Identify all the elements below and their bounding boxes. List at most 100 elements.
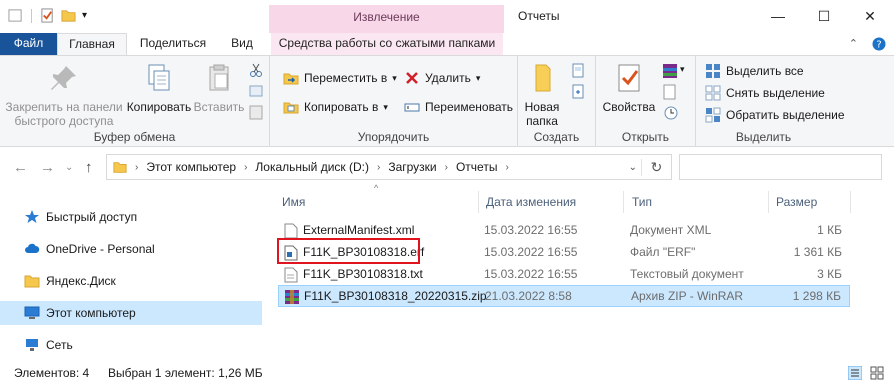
copy-label: Копировать <box>126 100 192 114</box>
nav-item-yandex-disk[interactable]: Яндекс.Диск <box>0 269 262 293</box>
table-row[interactable]: F11K_BP30108318_20220315.zip 21.03.2022 … <box>278 285 850 307</box>
tab-share[interactable]: Поделиться <box>134 33 212 55</box>
new-folder-icon[interactable] <box>61 8 76 23</box>
column-header-type[interactable]: Тип <box>632 187 652 213</box>
tab-file[interactable]: Файл <box>0 33 57 55</box>
select-group-label: Выделить <box>735 130 792 144</box>
cut-icon[interactable] <box>249 62 263 78</box>
dropdown-arrow-icon: ▾ <box>392 72 397 83</box>
rename-button[interactable]: Переименовать <box>404 99 513 115</box>
paste-shortcut-icon[interactable] <box>249 104 263 120</box>
move-to-label: Переместить в <box>304 71 388 85</box>
file-type: Файл "ERF" <box>630 245 696 259</box>
dropdown-arrow-icon: ▾ <box>383 101 388 112</box>
collapse-ribbon-icon[interactable]: ⌃ <box>849 37 858 51</box>
highlight-box <box>277 238 420 264</box>
chevron-right-icon[interactable]: › <box>445 162 448 173</box>
breadcrumb-this-pc[interactable]: Этот компьютер <box>146 160 236 174</box>
properties-label: Свойства <box>602 100 656 114</box>
customize-toolbar-icon[interactable]: ▾ <box>82 10 87 21</box>
breadcrumb-local-disk[interactable]: Локальный диск (D:) <box>255 160 369 174</box>
up-arrow-icon[interactable]: ↑ <box>85 159 93 176</box>
paste-button[interactable]: Вставить <box>193 62 245 114</box>
pin-label: Закрепить на панели быстрого доступа <box>5 100 123 128</box>
chevron-right-icon[interactable]: › <box>244 162 247 173</box>
table-row[interactable]: F11K_BP30108318.txt 15.03.2022 16:55 Тек… <box>278 264 850 286</box>
properties-icon[interactable] <box>40 8 55 23</box>
nav-item-onedrive[interactable]: OneDrive - Personal <box>0 237 262 261</box>
select-all-button[interactable]: Выделить все <box>705 63 804 79</box>
properties-button[interactable]: Свойства <box>600 62 658 114</box>
winrar-open-icon[interactable] <box>662 63 678 79</box>
clipboard-group-label: Буфер обмена <box>93 130 176 144</box>
copy-path-icon[interactable] <box>249 84 263 98</box>
new-item-icon[interactable] <box>570 63 586 79</box>
navigation-pane: Быстрый доступ OneDrive - Personal Яндек… <box>0 187 262 359</box>
xml-file-icon <box>284 223 298 239</box>
nav-item-quick-access[interactable]: Быстрый доступ <box>0 205 262 229</box>
address-row: ← → ⌄ ↑ › Этот компьютер › Локальный дис… <box>0 147 894 187</box>
refresh-icon[interactable]: ↻ <box>641 158 671 176</box>
large-icons-view-icon[interactable] <box>870 366 884 380</box>
quick-access-toolbar: ▾ <box>8 8 87 23</box>
delete-button[interactable]: Удалить ▾ <box>404 70 480 86</box>
copy-to-icon <box>283 102 299 114</box>
file-date: 15.03.2022 16:55 <box>484 245 578 259</box>
invert-selection-label: Обратить выделение <box>726 108 845 122</box>
nav-item-this-pc[interactable]: Этот компьютер <box>0 301 262 325</box>
chevron-right-icon[interactable]: › <box>505 162 508 173</box>
address-bar[interactable]: › Этот компьютер › Локальный диск (D:) ›… <box>106 154 672 180</box>
easy-access-icon[interactable] <box>570 84 586 100</box>
invert-selection-button[interactable]: Обратить выделение <box>705 107 845 123</box>
nav-item-label: Этот компьютер <box>46 306 136 320</box>
copy-icon <box>148 64 170 91</box>
status-selection: Выбран 1 элемент: 1,26 МБ <box>108 366 263 380</box>
copy-button[interactable]: Копировать <box>126 62 192 114</box>
column-divider[interactable] <box>478 191 479 213</box>
recent-locations-chevron-icon[interactable]: ⌄ <box>65 162 73 173</box>
tab-compressed-folder-tools[interactable]: Средства работы со сжатыми папками <box>271 33 503 55</box>
forward-arrow-icon[interactable]: → <box>40 159 55 176</box>
column-divider[interactable] <box>768 191 769 213</box>
nav-item-label: Яндекс.Диск <box>46 274 116 288</box>
new-folder-button[interactable]: Новая папка <box>520 62 564 128</box>
file-size: 1 КБ <box>817 223 842 237</box>
divider <box>31 8 32 23</box>
column-divider[interactable] <box>623 191 624 213</box>
minimize-button[interactable]: — <box>755 4 801 28</box>
cloud-icon <box>25 243 40 253</box>
column-divider[interactable] <box>850 191 851 213</box>
copy-to-button[interactable]: Копировать в ▾ <box>283 99 388 115</box>
search-input[interactable] <box>679 154 882 180</box>
breadcrumb-reports[interactable]: Отчеты <box>456 160 497 174</box>
computer-icon <box>24 306 40 319</box>
column-header-date[interactable]: Дата изменения <box>486 187 576 213</box>
close-button[interactable]: ✕ <box>847 4 893 28</box>
column-header-name[interactable]: Имя <box>282 187 305 213</box>
file-size: 3 КБ <box>817 267 842 281</box>
edit-icon[interactable] <box>662 84 678 100</box>
address-dropdown-icon[interactable]: ⌄ <box>629 162 637 173</box>
back-arrow-icon[interactable]: ← <box>13 159 28 176</box>
column-header-size[interactable]: Размер <box>776 187 817 213</box>
tab-home[interactable]: Главная <box>57 33 127 56</box>
file-type: Текстовый документ <box>630 267 744 281</box>
status-item-count: Элементов: 4 <box>14 366 90 380</box>
move-to-button[interactable]: Переместить в ▾ <box>283 70 397 86</box>
tab-view[interactable]: Вид <box>222 33 262 55</box>
history-icon[interactable] <box>662 104 678 120</box>
dropdown-arrow-icon[interactable]: ▾ <box>680 64 685 75</box>
txt-file-icon <box>284 267 298 283</box>
copy-to-label: Копировать в <box>304 100 379 114</box>
select-none-button[interactable]: Снять выделение <box>705 85 825 101</box>
help-icon[interactable]: ? <box>872 37 886 51</box>
maximize-button[interactable]: ☐ <box>801 4 847 28</box>
pin-quick-access-button[interactable]: Закрепить на панели быстрого доступа <box>4 62 124 128</box>
breadcrumb-downloads[interactable]: Загрузки <box>388 160 436 174</box>
file-size: 1 361 КБ <box>793 245 842 259</box>
nav-item-network[interactable]: Сеть <box>0 333 262 357</box>
chevron-right-icon[interactable]: › <box>377 162 380 173</box>
details-view-icon[interactable] <box>848 366 862 380</box>
folder-icon[interactable] <box>8 8 23 23</box>
file-name: F11K_BP30108318.txt <box>303 267 423 281</box>
